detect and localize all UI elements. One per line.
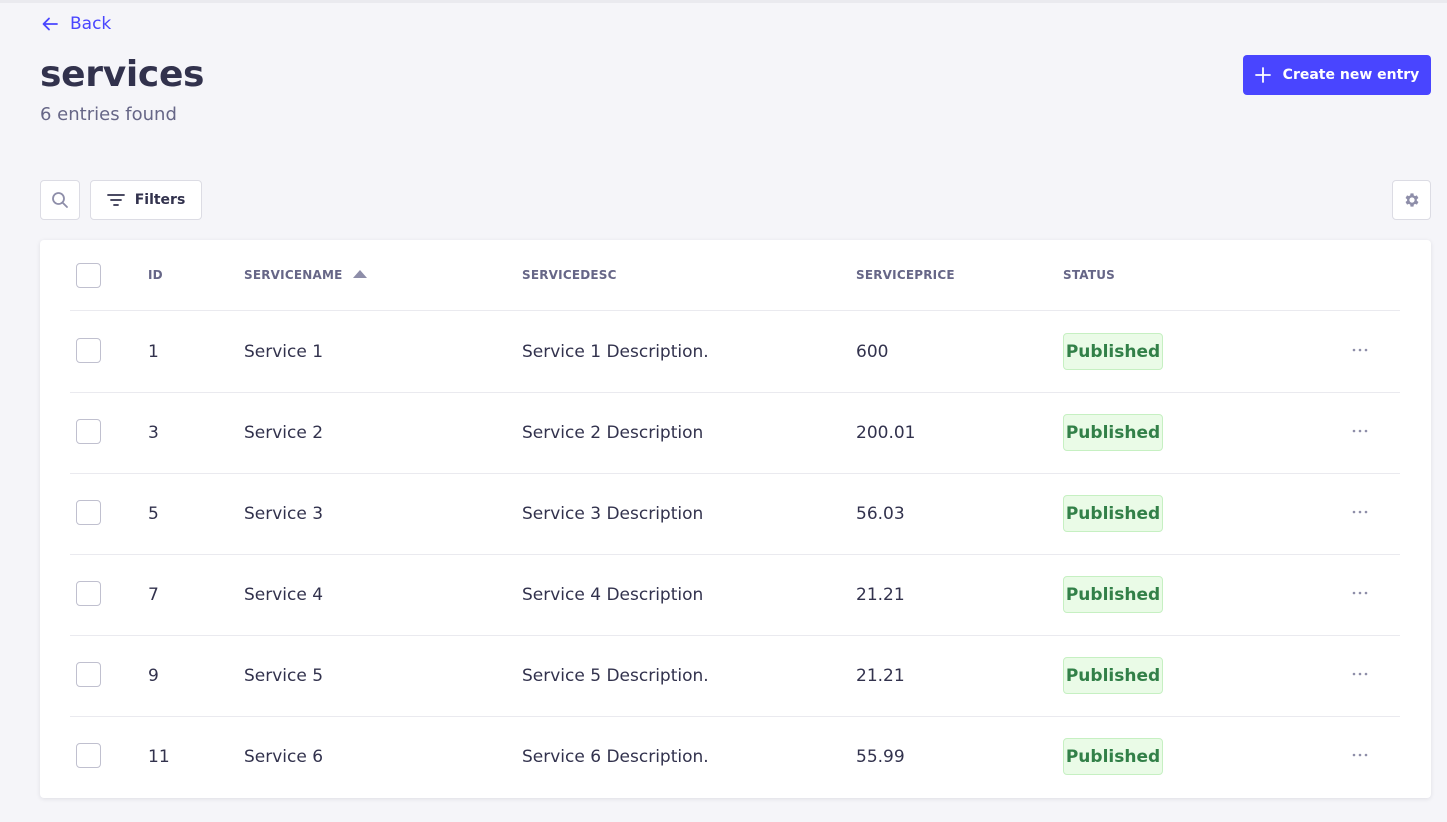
row-checkbox[interactable] [76,662,101,687]
cell-serviceprice: 56.03 [856,504,905,524]
entries-table: ID SERVICENAME SERVICEDESC SERVICEPRICE … [40,240,1431,798]
cell-servicename: Service 1 [244,342,324,362]
back-label: Back [70,14,112,34]
more-horizontal-icon [1352,753,1368,757]
table-row[interactable]: 1 Service 1 Service 1 Description. 600 P… [70,312,1400,393]
table-header: ID SERVICENAME SERVICEDESC SERVICEPRICE … [70,240,1400,311]
row-actions-button[interactable] [1350,745,1370,765]
page-title: services [40,54,205,95]
filters-label: Filters [134,192,186,208]
row-actions-button[interactable] [1350,583,1370,603]
column-header-id[interactable]: ID [148,268,163,282]
arrow-left-icon [42,17,58,31]
cell-servicedesc: Service 2 Description [522,423,704,443]
more-horizontal-icon [1352,591,1368,595]
cell-servicedesc: Service 3 Description [522,504,704,524]
table-row[interactable]: 5 Service 3 Service 3 Description 56.03 … [70,474,1400,555]
entries-count: 6 entries found [40,104,177,125]
row-checkbox[interactable] [76,338,101,363]
cell-serviceprice: 600 [856,342,889,362]
select-all-checkbox[interactable] [76,263,101,288]
cell-id: 5 [148,504,159,524]
more-horizontal-icon [1352,672,1368,676]
column-header-status[interactable]: STATUS [1063,268,1115,282]
status-badge: Published [1063,576,1163,613]
more-horizontal-icon [1352,510,1368,514]
table-row[interactable]: 3 Service 2 Service 2 Description 200.01… [70,393,1400,474]
cell-id: 1 [148,342,159,362]
column-header-serviceprice[interactable]: SERVICEPRICE [856,268,955,282]
row-actions-button[interactable] [1350,421,1370,441]
back-link[interactable]: Back [40,14,111,34]
filters-button[interactable]: Filters [90,180,202,220]
create-new-entry-label: Create new entry [1282,67,1420,83]
plus-icon [1254,67,1271,83]
cell-id: 7 [148,585,159,605]
row-actions-button[interactable] [1350,664,1370,684]
cell-servicename: Service 4 [244,585,324,605]
settings-button[interactable] [1392,180,1431,220]
row-checkbox[interactable] [76,500,101,525]
cell-id: 9 [148,666,159,686]
more-horizontal-icon [1352,348,1368,352]
status-badge: Published [1063,333,1163,370]
table-row[interactable]: 7 Service 4 Service 4 Description 21.21 … [70,555,1400,636]
cell-serviceprice: 200.01 [856,423,916,443]
cell-servicedesc: Service 1 Description. [522,342,709,362]
sort-ascending-icon [352,270,367,278]
status-badge: Published [1063,738,1163,775]
cell-servicename: Service 2 [244,423,324,443]
search-button[interactable] [40,180,80,220]
cell-servicename: Service 3 [244,504,324,524]
row-actions-button[interactable] [1350,340,1370,360]
cell-id: 11 [148,747,170,767]
cell-servicedesc: Service 4 Description [522,585,704,605]
filter-icon [106,194,125,206]
cell-servicename: Service 6 [244,747,324,767]
status-badge: Published [1063,414,1163,451]
cell-servicedesc: Service 5 Description. [522,666,709,686]
cell-serviceprice: 21.21 [856,585,905,605]
table-row[interactable]: 9 Service 5 Service 5 Description. 21.21… [70,636,1400,717]
create-new-entry-button[interactable]: Create new entry [1243,55,1431,95]
search-icon [52,192,68,208]
cell-servicedesc: Service 6 Description. [522,747,709,767]
cell-serviceprice: 55.99 [856,747,905,767]
table-row[interactable]: 11 Service 6 Service 6 Description. 55.9… [70,717,1400,798]
column-header-servicedesc[interactable]: SERVICEDESC [522,268,617,282]
cell-servicename: Service 5 [244,666,324,686]
row-actions-button[interactable] [1350,502,1370,522]
more-horizontal-icon [1352,429,1368,433]
status-badge: Published [1063,657,1163,694]
column-header-servicename[interactable]: SERVICENAME [244,268,367,282]
top-divider [0,0,1447,3]
status-badge: Published [1063,495,1163,532]
row-checkbox[interactable] [76,419,101,444]
cell-id: 3 [148,423,159,443]
row-checkbox[interactable] [76,581,101,606]
gear-icon [1405,193,1418,207]
cell-serviceprice: 21.21 [856,666,905,686]
row-checkbox[interactable] [76,743,101,768]
